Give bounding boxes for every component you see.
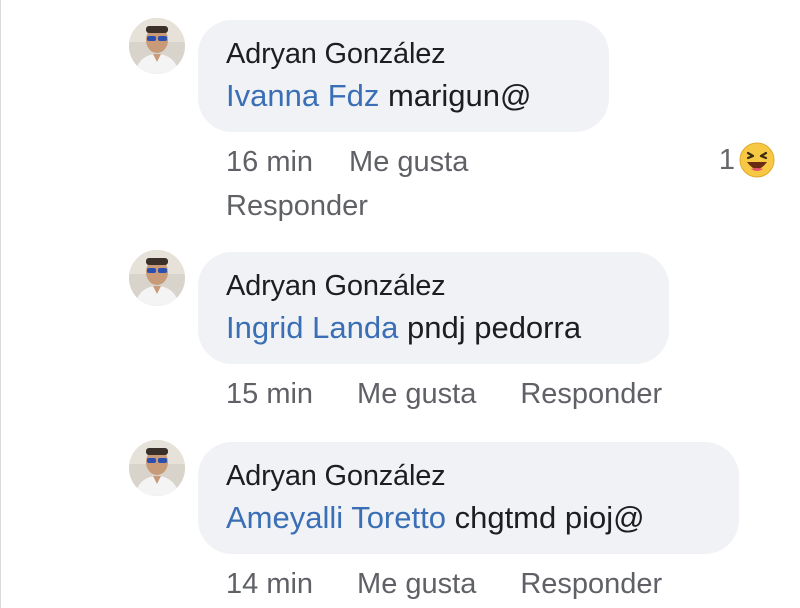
comment-timestamp[interactable]: 15 min	[226, 376, 313, 412]
like-button[interactable]: Me gusta	[357, 376, 476, 412]
comment-body: marigun@	[379, 78, 532, 113]
reaction-count: 1	[718, 143, 735, 176]
like-button[interactable]: Me gusta	[349, 144, 468, 180]
comment-author[interactable]: Adryan González	[226, 458, 711, 494]
comment-actions: 15 min Me gusta Responder	[226, 376, 662, 412]
comment-author[interactable]: Adryan González	[226, 268, 641, 304]
comment-text: Ingrid Landa pndj pedorra	[226, 308, 641, 348]
reply-button[interactable]: Responder	[520, 566, 662, 602]
person-avatar-icon	[129, 18, 185, 74]
person-avatar-icon	[129, 250, 185, 306]
mention-link[interactable]: Ivanna Fdz	[226, 78, 379, 113]
comment-bubble: Adryan González Ameyalli Toretto chgtmd …	[198, 442, 739, 554]
mention-link[interactable]: Ameyalli Toretto	[226, 500, 446, 535]
reaction-summary[interactable]: 1	[719, 142, 775, 178]
reply-button[interactable]: Responder	[520, 376, 662, 412]
person-avatar-icon	[129, 440, 185, 496]
comment-text: Ivanna Fdz marigun@	[226, 76, 581, 116]
like-button[interactable]: Me gusta	[357, 566, 476, 602]
comment-timestamp[interactable]: 16 min	[226, 144, 313, 180]
comment-actions: 14 min Me gusta Responder	[226, 566, 662, 602]
avatar[interactable]	[129, 250, 185, 306]
avatar[interactable]	[129, 440, 185, 496]
avatar[interactable]	[129, 18, 185, 74]
mention-link[interactable]: Ingrid Landa	[226, 310, 398, 345]
laughing-emoji-icon	[739, 142, 775, 178]
reply-button[interactable]: Responder	[226, 188, 368, 224]
comment-bubble: Adryan González Ivanna Fdz marigun@	[198, 20, 609, 132]
comment-timestamp[interactable]: 14 min	[226, 566, 313, 602]
comment-body: pndj pedorra	[398, 310, 582, 345]
comment-actions: 16 min Me gusta	[226, 144, 468, 180]
comment-text: Ameyalli Toretto chgtmd pioj@	[226, 498, 711, 538]
comment-actions-wrap: Responder	[226, 188, 368, 224]
comment-author[interactable]: Adryan González	[226, 36, 581, 72]
comment-body: chgtmd pioj@	[445, 500, 645, 535]
comment-bubble: Adryan González Ingrid Landa pndj pedorr…	[198, 252, 669, 364]
comment-thread: Adryan González Ivanna Fdz marigun@ 16 m…	[0, 0, 800, 608]
